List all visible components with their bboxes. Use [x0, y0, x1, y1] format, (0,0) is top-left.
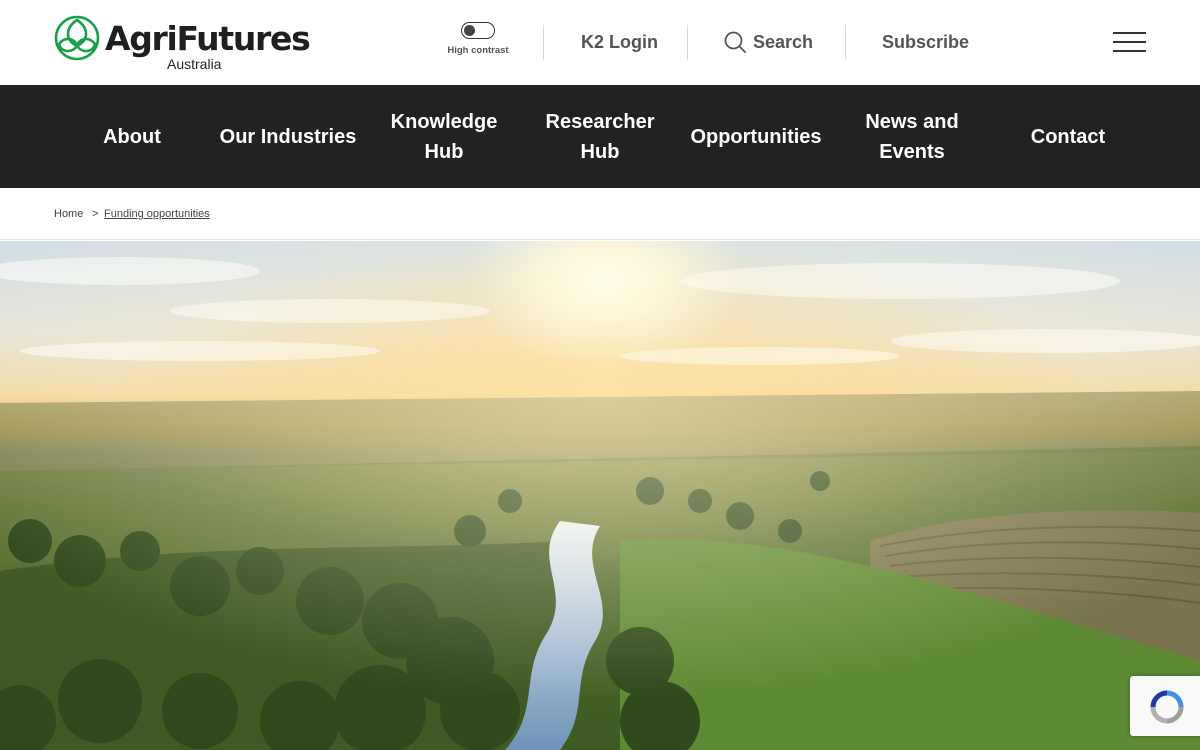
nav-item-contact[interactable]: Contact: [990, 85, 1146, 188]
brand-subtitle: Australia: [167, 56, 222, 72]
subscribe-link[interactable]: Subscribe: [882, 29, 969, 55]
hero-image: [0, 241, 1200, 750]
hamburger-menu-icon[interactable]: [1113, 32, 1147, 52]
breadcrumb: Home > Funding opportunities: [0, 188, 1200, 240]
high-contrast-toggle[interactable]: High contrast: [440, 22, 516, 62]
nav-label: Contact: [1030, 125, 1106, 148]
breadcrumb-separator: >: [92, 208, 99, 220]
search-label: Search: [753, 32, 814, 52]
nav-item-knowledge-hub[interactable]: Knowledge Hub: [366, 85, 522, 188]
toggle-switch[interactable]: [461, 22, 495, 39]
breadcrumb-funding-opportunities-link[interactable]: Funding opportunities: [104, 207, 210, 221]
nav-item-about[interactable]: About: [54, 85, 210, 188]
nav-label: Knowledge Hub: [390, 110, 498, 163]
nav-label: News and Events: [865, 110, 959, 163]
toggle-knob: [464, 24, 475, 36]
nav-label: Researcher Hub: [545, 110, 655, 163]
nav-label: Our Industries: [219, 125, 357, 148]
recaptcha-icon: [1150, 690, 1184, 724]
divider: [845, 25, 846, 60]
k2-login-link[interactable]: K2 Login: [581, 29, 658, 55]
recaptcha-badge[interactable]: [1130, 676, 1200, 736]
main-navigation: About Our Industries Knowledge Hub Resea…: [0, 85, 1200, 188]
breadcrumb-home-link[interactable]: Home: [54, 207, 83, 221]
nav-item-news-and-events[interactable]: News and Events: [834, 85, 990, 188]
agrifutures-logo[interactable]: AgriFutures Australia: [53, 14, 311, 74]
search-icon: [724, 31, 746, 53]
nav-label: About: [103, 125, 161, 148]
high-contrast-label: High contrast: [447, 45, 509, 56]
landscape-illustration: [0, 241, 1200, 750]
agrifutures-leaf-icon: [54, 15, 100, 61]
divider: [543, 25, 544, 60]
nav-item-our-industries[interactable]: Our Industries: [210, 85, 366, 188]
divider: [687, 25, 688, 60]
nav-item-opportunities[interactable]: Opportunities: [678, 85, 834, 188]
top-utility-bar: AgriFutures Australia High contrast K2 L…: [0, 0, 1200, 85]
nav-label: Opportunities: [690, 125, 822, 148]
nav-item-researcher-hub[interactable]: Researcher Hub: [522, 85, 678, 188]
